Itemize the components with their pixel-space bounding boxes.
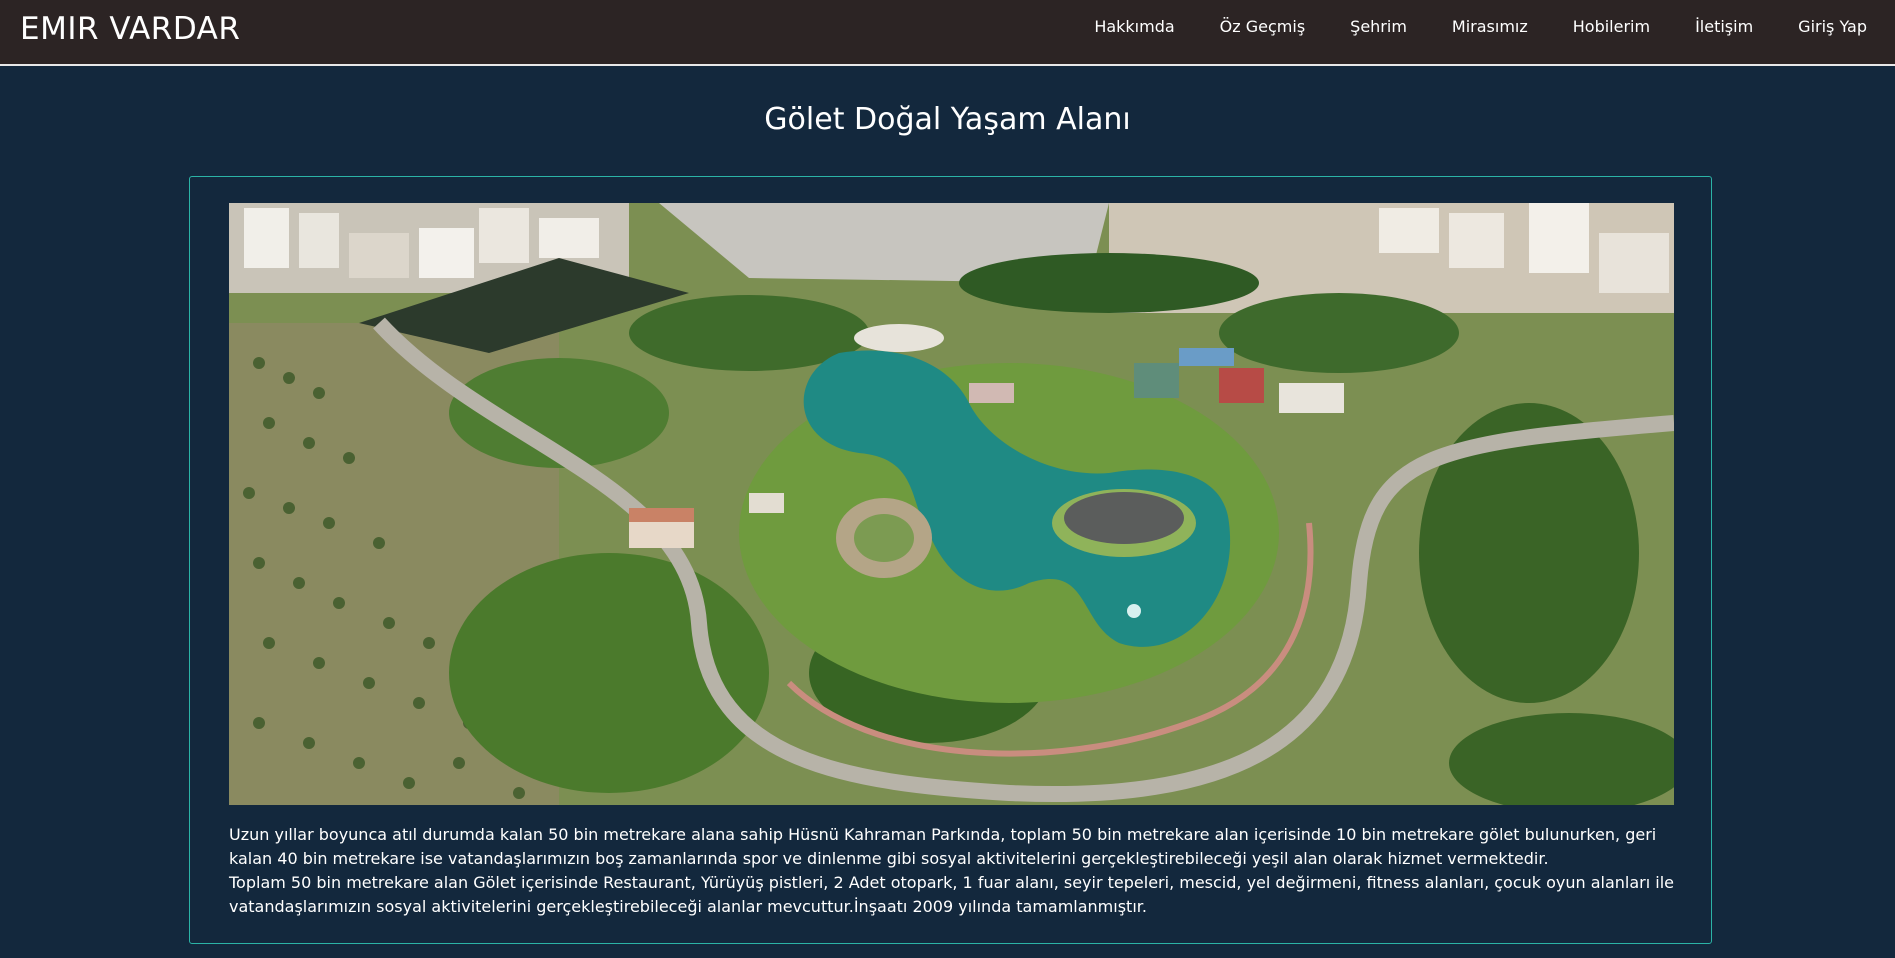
park-aerial-photo [229, 203, 1674, 805]
nav-link-giris-yap[interactable]: Giriş Yap [1798, 17, 1867, 36]
aerial-photo-illustration [229, 203, 1674, 805]
description: Uzun yıllar boyunca atıl durumda kalan 5… [229, 823, 1679, 919]
nav-link-sehrim[interactable]: Şehrim [1350, 17, 1407, 36]
nav-link-iletisim[interactable]: İletişim [1695, 17, 1753, 36]
page-title: Gölet Doğal Yaşam Alanı [764, 102, 1131, 137]
nav-link-oz-gecmis[interactable]: Öz Geçmiş [1220, 17, 1305, 36]
navbar: EMIR VARDAR Hakkımda Öz Geçmiş Şehrim Mi… [0, 0, 1895, 66]
main-nav: Hakkımda Öz Geçmiş Şehrim Mirasımız Hobi… [1049, 17, 1867, 48]
nav-link-mirasimiz[interactable]: Mirasımız [1452, 17, 1528, 36]
nav-link-hakkimda[interactable]: Hakkımda [1094, 17, 1174, 36]
description-paragraph-1: Uzun yıllar boyunca atıl durumda kalan 5… [229, 825, 1657, 868]
description-paragraph-2: Toplam 50 bin metrekare alan Gölet içeri… [229, 873, 1675, 916]
site-brand[interactable]: EMIR VARDAR [20, 11, 240, 53]
content-card: Uzun yıllar boyunca atıl durumda kalan 5… [189, 176, 1712, 944]
nav-link-hobilerim[interactable]: Hobilerim [1573, 17, 1650, 36]
